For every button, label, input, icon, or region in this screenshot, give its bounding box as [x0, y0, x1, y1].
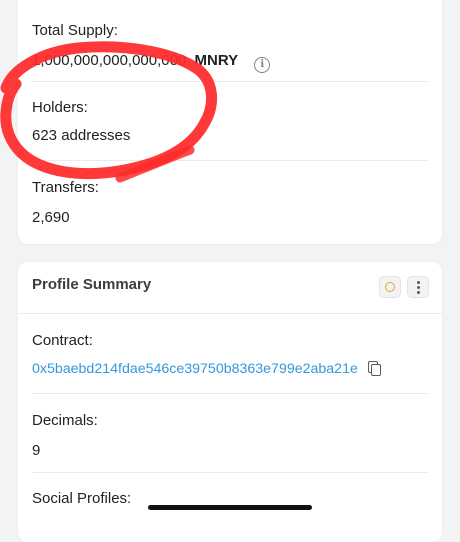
copy-icon[interactable] [367, 361, 382, 376]
card-title: Profile Summary [32, 276, 152, 293]
decimals-value: 9 [32, 442, 41, 459]
divider [32, 472, 428, 473]
total-supply-value: 1,000,000,000,000,000 MNRY i [32, 52, 428, 73]
contract-address-row: 0x5baebd214fdae546ce39750b8363e799e2aba2… [32, 360, 428, 378]
divider [32, 81, 428, 82]
profile-summary-card: Profile Summary Contract: 0x5baebd214fda… [18, 262, 442, 542]
divider [32, 393, 428, 394]
transfers-row: Transfers: 2,690 [32, 179, 428, 227]
status-circle-button[interactable] [379, 276, 401, 298]
more-options-button[interactable] [407, 276, 429, 298]
token-symbol: MNRY [194, 52, 239, 69]
transfers-value: 2,690 [32, 209, 70, 226]
decimals-row: Decimals: 9 [32, 412, 428, 460]
info-circle-icon[interactable]: i [254, 57, 271, 73]
divider [18, 313, 442, 314]
holders-label: Holders: [32, 99, 88, 116]
contract-address-link[interactable]: 0x5baebd214fdae546ce39750b8363e799e2aba2… [32, 361, 358, 377]
token-overview-card: Total Supply: 1,000,000,000,000,000 MNRY… [18, 0, 442, 244]
total-supply-amount: 1,000,000,000,000,000 [32, 52, 187, 69]
holders-value[interactable]: 623 addresses [32, 127, 428, 145]
total-supply-row: Total Supply: 1,000,000,000,000,000 MNRY… [32, 22, 428, 73]
decimals-label: Decimals: [32, 412, 98, 429]
total-supply-label: Total Supply: [32, 22, 118, 39]
circle-icon [385, 282, 395, 292]
holders-row: Holders: 623 addresses [32, 99, 428, 145]
more-vertical-icon [417, 281, 420, 296]
home-indicator[interactable] [148, 505, 312, 510]
contract-row: Contract: 0x5baebd214fdae546ce39750b8363… [32, 332, 428, 378]
contract-label: Contract: [32, 332, 93, 349]
divider [32, 160, 428, 161]
transfers-label: Transfers: [32, 179, 99, 196]
